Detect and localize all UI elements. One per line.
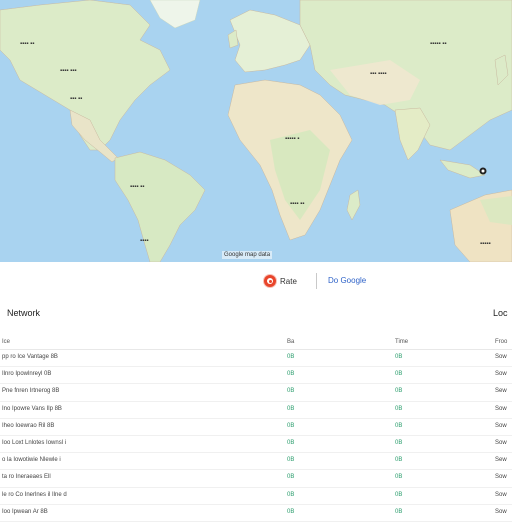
svg-text:▪▪▪▪ ▪▪: ▪▪▪▪ ▪▪ <box>290 201 304 207</box>
row-name: Iheo Ioewrao Ril 8B <box>2 422 55 429</box>
row-name: pp ro Ice Vantage 8B <box>2 354 58 360</box>
network-table: Ice Ba Time Froo pp ro Ice Vantage 8B 0B… <box>0 335 512 522</box>
svg-text:▪▪▪ ▪▪▪▪: ▪▪▪ ▪▪▪▪ <box>370 71 387 77</box>
table-row[interactable]: Iheo Ioewrao Ril 8B 0B 0B Sow <box>0 419 512 436</box>
table-row[interactable]: Ioo Loxt Lnlotes Iownsl i 0B 0B Sow <box>0 436 512 454</box>
column-header[interactable]: Ice <box>2 339 10 345</box>
panel-title-right: Loc <box>493 308 508 318</box>
row-value: 0B <box>395 474 403 481</box>
row-name: Ino Ipowre Vans Ilp 8B <box>2 405 62 412</box>
column-header[interactable]: Time <box>395 339 408 345</box>
row-value: Sow <box>495 371 507 378</box>
row-value: 0B <box>287 371 295 378</box>
row-value: 0B <box>395 405 403 412</box>
row-value: Sow <box>495 422 507 429</box>
table-row[interactable]: Ilnro Ipowlnreyl 0B 0B 0B Sow <box>0 367 512 385</box>
row-value: 0B <box>287 491 295 498</box>
row-name: o la Iowotiwie Nlewle i <box>2 457 61 464</box>
svg-text:▪▪▪▪ ▪▪▪: ▪▪▪▪ ▪▪▪ <box>60 68 77 74</box>
row-value: 0B <box>287 388 295 395</box>
table-row[interactable]: Ioo Ipwean Ar 8B 0B 0B Sow <box>0 505 512 522</box>
column-header[interactable]: Ba <box>287 339 294 345</box>
brand-left[interactable]: Rate <box>264 272 297 290</box>
table-row[interactable]: o la Iowotiwie Nlewle i 0B 0B Sew <box>0 453 512 471</box>
panel-title: Network <box>7 308 41 318</box>
row-value: 0B <box>287 354 295 360</box>
table-row[interactable]: Ino Ipowre Vans Ilp 8B 0B 0B Sow <box>0 402 512 419</box>
map-attribution: Google map data <box>222 251 273 259</box>
row-value: 0B <box>395 491 403 498</box>
row-value: Sew <box>495 457 507 464</box>
table-header: Ice Ba Time Froo <box>0 335 512 350</box>
world-map[interactable]: ▪▪▪▪ ▪▪ ▪▪▪▪ ▪▪▪ ▪▪▪ ▪▪ ▪▪▪▪ ▪▪ ▪▪▪▪ ▪▪▪… <box>0 0 512 262</box>
row-value: Sow <box>495 439 507 446</box>
row-value: Sow <box>495 354 507 360</box>
brand-left-label: Rate <box>280 276 297 286</box>
row-value: Sow <box>495 491 507 498</box>
svg-text:▪▪▪▪: ▪▪▪▪ <box>140 238 149 244</box>
row-value: Sow <box>495 474 507 481</box>
row-value: 0B <box>287 457 295 464</box>
row-value: 0B <box>287 422 295 429</box>
svg-text:▪▪▪▪▪: ▪▪▪▪▪ <box>480 241 491 247</box>
row-name: ta ro Ineraeaes Ell <box>2 474 51 481</box>
table-row[interactable]: ta ro Ineraeaes Ell 0B 0B Sow <box>0 470 512 488</box>
svg-text:▪▪▪▪▪ ▪▪: ▪▪▪▪▪ ▪▪ <box>430 41 447 47</box>
row-value: 0B <box>395 457 403 464</box>
row-name: le ro Co Inerlnes il Ilne d <box>2 491 67 498</box>
row-value: Sew <box>495 388 507 395</box>
row-name: Pne fnren Irtnerog 8B <box>2 388 60 395</box>
svg-text:▪▪▪▪ ▪▪: ▪▪▪▪ ▪▪ <box>130 184 144 190</box>
brand-strip: Rate Do Google <box>0 262 512 298</box>
location-pin-icon[interactable] <box>478 166 488 176</box>
row-value: 0B <box>395 371 403 378</box>
row-value: 0B <box>395 439 403 446</box>
table-row[interactable]: pp ro Ice Vantage 8B 0B 0B Sow <box>0 350 512 368</box>
svg-text:▪▪▪ ▪▪: ▪▪▪ ▪▪ <box>70 96 82 102</box>
row-value: Sow <box>495 405 507 412</box>
row-value: 0B <box>395 422 403 429</box>
svg-text:▪▪▪▪ ▪▪: ▪▪▪▪ ▪▪ <box>20 41 34 47</box>
row-name: Ioo Loxt Lnlotes Iownsl i <box>2 439 67 446</box>
network-panel: Network Loc Ice Ba Time Froo pp ro Ice V… <box>0 298 512 522</box>
row-value: 0B <box>395 354 403 360</box>
world-map-graphic: ▪▪▪▪ ▪▪ ▪▪▪▪ ▪▪▪ ▪▪▪ ▪▪ ▪▪▪▪ ▪▪ ▪▪▪▪ ▪▪▪… <box>0 0 512 262</box>
column-header[interactable]: Froo <box>495 339 507 345</box>
row-value: 0B <box>287 474 295 481</box>
table-row[interactable]: Pne fnren Irtnerog 8B 0B 0B Sew <box>0 384 512 402</box>
brand-logo-icon <box>264 275 276 287</box>
row-value: 0B <box>287 405 295 412</box>
row-name: Ilnro Ipowlnreyl 0B <box>2 371 52 378</box>
table-row[interactable]: le ro Co Inerlnes il Ilne d 0B 0B Sow <box>0 488 512 505</box>
svg-text:▪▪▪▪▪ ▪: ▪▪▪▪▪ ▪ <box>285 136 299 142</box>
brand-divider <box>316 273 317 289</box>
brand-right-link[interactable]: Do Google <box>328 276 366 285</box>
row-value: 0B <box>287 439 295 446</box>
row-value: 0B <box>395 388 403 395</box>
